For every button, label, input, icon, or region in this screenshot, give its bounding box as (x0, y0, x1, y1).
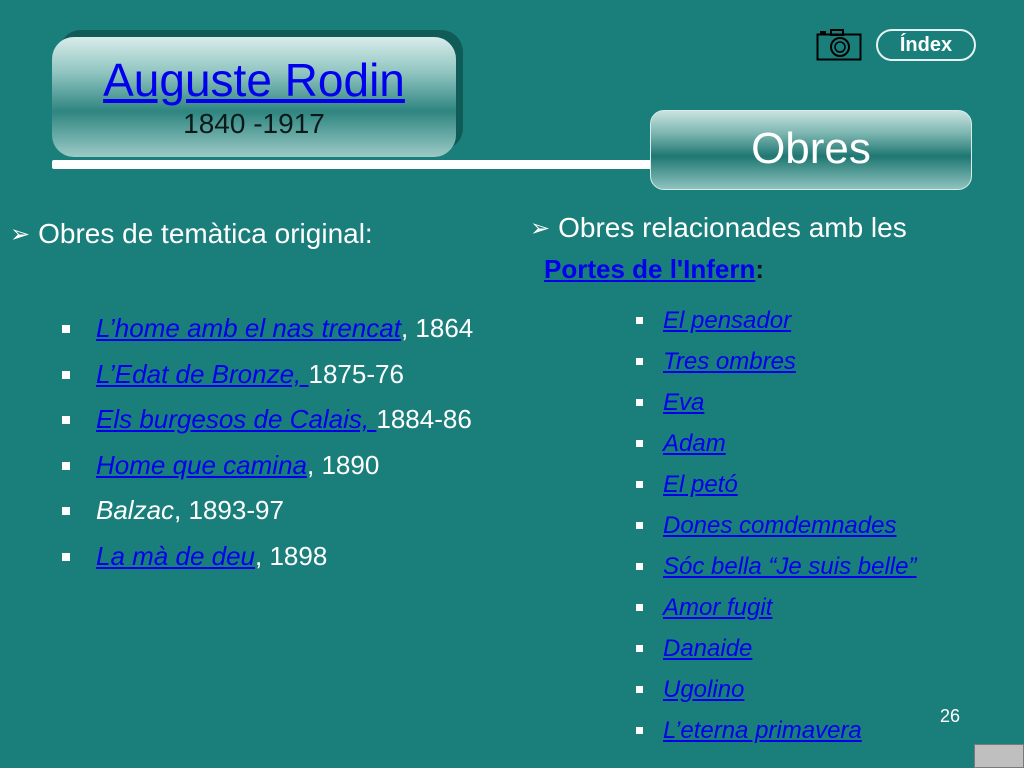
square-bullet-icon (636, 358, 643, 365)
work-title: Balzac (96, 495, 175, 525)
square-bullet-icon (62, 325, 70, 333)
left-heading-text: Obres de temàtica original: (38, 218, 373, 249)
square-bullet-icon (636, 686, 643, 693)
right-heading: ➢ Obres relacionades amb les Portes de l'… (530, 208, 907, 289)
work-link[interactable]: Amor fugit (663, 594, 772, 621)
square-bullet-icon (636, 317, 643, 324)
section-title: Obres (650, 110, 972, 190)
square-bullet-icon (636, 645, 643, 652)
right-heading-text: Obres relacionades amb les (558, 212, 907, 243)
camera-icon[interactable] (816, 28, 862, 62)
list-item: Eva (636, 382, 916, 423)
work-link[interactable]: L’home amb el nas trencat (96, 313, 401, 343)
square-bullet-icon (636, 440, 643, 447)
work-link[interactable]: Adam (663, 430, 726, 457)
work-link[interactable]: Sóc bella “Je suis belle” (663, 553, 916, 580)
heading-colon: : (755, 254, 765, 284)
list-item: Tres ombres (636, 341, 916, 382)
list-item: Danaide (636, 628, 916, 669)
square-bullet-icon (636, 481, 643, 488)
square-bullet-icon (636, 727, 643, 734)
work-link[interactable]: Dones comdemnades (663, 512, 896, 539)
index-button[interactable]: Índex (876, 29, 976, 61)
work-link[interactable]: Ugolino (663, 676, 744, 703)
work-date: 1884-86 (376, 404, 472, 434)
arrow-bullet-icon: ➢ (10, 221, 31, 248)
work-date: 1875-76 (308, 358, 404, 389)
title-years: 1840 -1917 (183, 108, 325, 139)
work-link[interactable]: Els burgesos de Calais, (96, 404, 376, 434)
portes-link[interactable]: Portes de l'Infern (544, 254, 755, 284)
list-item: Adam (636, 423, 916, 464)
nav-button[interactable] (974, 744, 1024, 768)
square-bullet-icon (62, 461, 70, 470)
work-link[interactable]: L’eterna primavera (663, 717, 862, 744)
list-item: Sóc bella “Je suis belle” (636, 546, 916, 587)
list-item: Home que camina, 1890 (62, 443, 473, 489)
list-item: El pensador (636, 300, 916, 341)
square-bullet-icon (636, 604, 643, 611)
work-link[interactable]: L’Edat de Bronze, (96, 359, 308, 389)
work-link[interactable]: La mà de deu (96, 541, 255, 571)
work-link[interactable]: Home que camina (96, 450, 307, 480)
left-heading: ➢ Obres de temàtica original: (10, 218, 373, 250)
list-item: Els burgesos de Calais, 1884-86 (62, 397, 473, 443)
square-bullet-icon (62, 507, 70, 515)
list-item: Balzac, 1893-97 (62, 488, 473, 534)
square-bullet-icon (636, 522, 643, 529)
work-date: , 1893-97 (174, 495, 284, 525)
work-date: , 1890 (307, 449, 380, 480)
title-divider (52, 160, 652, 169)
square-bullet-icon (62, 370, 70, 379)
title-link[interactable]: Auguste Rodin (52, 53, 456, 107)
work-link[interactable]: Eva (663, 389, 704, 416)
work-link[interactable]: El pensador (663, 307, 791, 334)
square-bullet-icon (636, 563, 643, 570)
left-list: L’home amb el nas trencat, 1864 L’Edat d… (62, 306, 473, 579)
list-item: Amor fugit (636, 587, 916, 628)
list-item: Dones comdemnades (636, 505, 916, 546)
work-date: , 1898 (255, 540, 328, 571)
list-item: L’eterna primavera (636, 710, 916, 751)
list-item: L’Edat de Bronze, 1875-76 (62, 352, 473, 398)
work-link[interactable]: El petó (663, 471, 738, 498)
square-bullet-icon (62, 552, 70, 561)
list-item: Ugolino (636, 669, 916, 710)
arrow-bullet-icon: ➢ (530, 215, 551, 242)
work-link[interactable]: Tres ombres (663, 348, 796, 375)
right-list: El pensador Tres ombres Eva Adam El petó… (636, 300, 916, 751)
list-item: La mà de deu, 1898 (62, 534, 473, 580)
square-bullet-icon (62, 416, 70, 424)
square-bullet-icon (636, 399, 643, 406)
work-link[interactable]: Danaide (663, 635, 752, 662)
list-item: L’home amb el nas trencat, 1864 (62, 306, 473, 352)
page-number: 26 (940, 706, 961, 726)
list-item: El petó (636, 464, 916, 505)
work-date: , 1864 (400, 313, 474, 343)
title-panel: Auguste Rodin 1840 -1917 (52, 37, 456, 157)
